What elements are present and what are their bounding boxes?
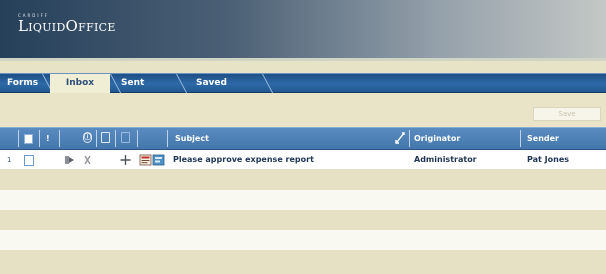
column-divider: [167, 130, 168, 147]
list-item: [0, 170, 606, 190]
banner-spacer: [0, 61, 606, 73]
tab-saved-items[interactable]: Saved Items: [196, 74, 256, 106]
table-row[interactable]: 1 Please approve expense report Administ…: [0, 150, 606, 170]
list-item: [0, 190, 606, 210]
form-icon[interactable]: [139, 154, 166, 166]
tab-sent-items[interactable]: Sent Items: [121, 74, 173, 106]
grid-header: ! ⓘ Subject Originator Sender: [0, 127, 606, 150]
column-divider: [96, 130, 97, 147]
liquidoffice-logo: CARDIFF LiquidOffice: [18, 13, 116, 35]
save-button[interactable]: Save: [533, 107, 601, 121]
cancel-icon[interactable]: [83, 154, 92, 166]
row-checkbox[interactable]: [24, 155, 34, 166]
tab-bar: Forms Inbox Sent Items Saved Items: [0, 73, 606, 106]
priority-column-header[interactable]: !: [46, 128, 54, 149]
column-divider: [137, 130, 138, 147]
subject-column-header[interactable]: Subject: [175, 128, 375, 149]
column-divider: [39, 130, 40, 147]
list-item: [0, 230, 606, 250]
tab-inbox[interactable]: Inbox: [50, 74, 110, 93]
sort-icon[interactable]: [395, 132, 405, 144]
select-all-checkbox[interactable]: [24, 134, 33, 144]
column-divider: [409, 130, 410, 147]
column-divider: [520, 130, 521, 147]
logo-liquidoffice-text: LiquidOffice: [18, 17, 116, 35]
column-divider: [115, 130, 116, 147]
row-subject[interactable]: Please approve expense report: [173, 150, 314, 170]
tab-forms[interactable]: Forms: [7, 74, 43, 93]
tab-separator: [262, 74, 274, 93]
document-icon[interactable]: [101, 132, 110, 143]
tab-separator: [176, 74, 188, 93]
sender-column-header[interactable]: Sender: [527, 128, 597, 149]
tab-separator: [110, 74, 122, 93]
originator-column-header[interactable]: Originator: [414, 128, 514, 149]
action-strip: [0, 93, 606, 125]
info-icon[interactable]: ⓘ: [83, 132, 92, 143]
attachment-icon[interactable]: [121, 132, 130, 143]
list-item: [0, 210, 606, 230]
column-divider: [18, 130, 19, 147]
row-number: 1: [7, 156, 12, 164]
add-icon[interactable]: [120, 154, 131, 166]
row-originator: Administrator: [414, 155, 477, 164]
forward-icon[interactable]: [64, 154, 75, 166]
column-divider: [59, 130, 60, 147]
app-banner: CARDIFF LiquidOffice: [0, 0, 606, 58]
list-item: [0, 250, 606, 274]
row-sender: Pat Jones: [527, 155, 570, 164]
